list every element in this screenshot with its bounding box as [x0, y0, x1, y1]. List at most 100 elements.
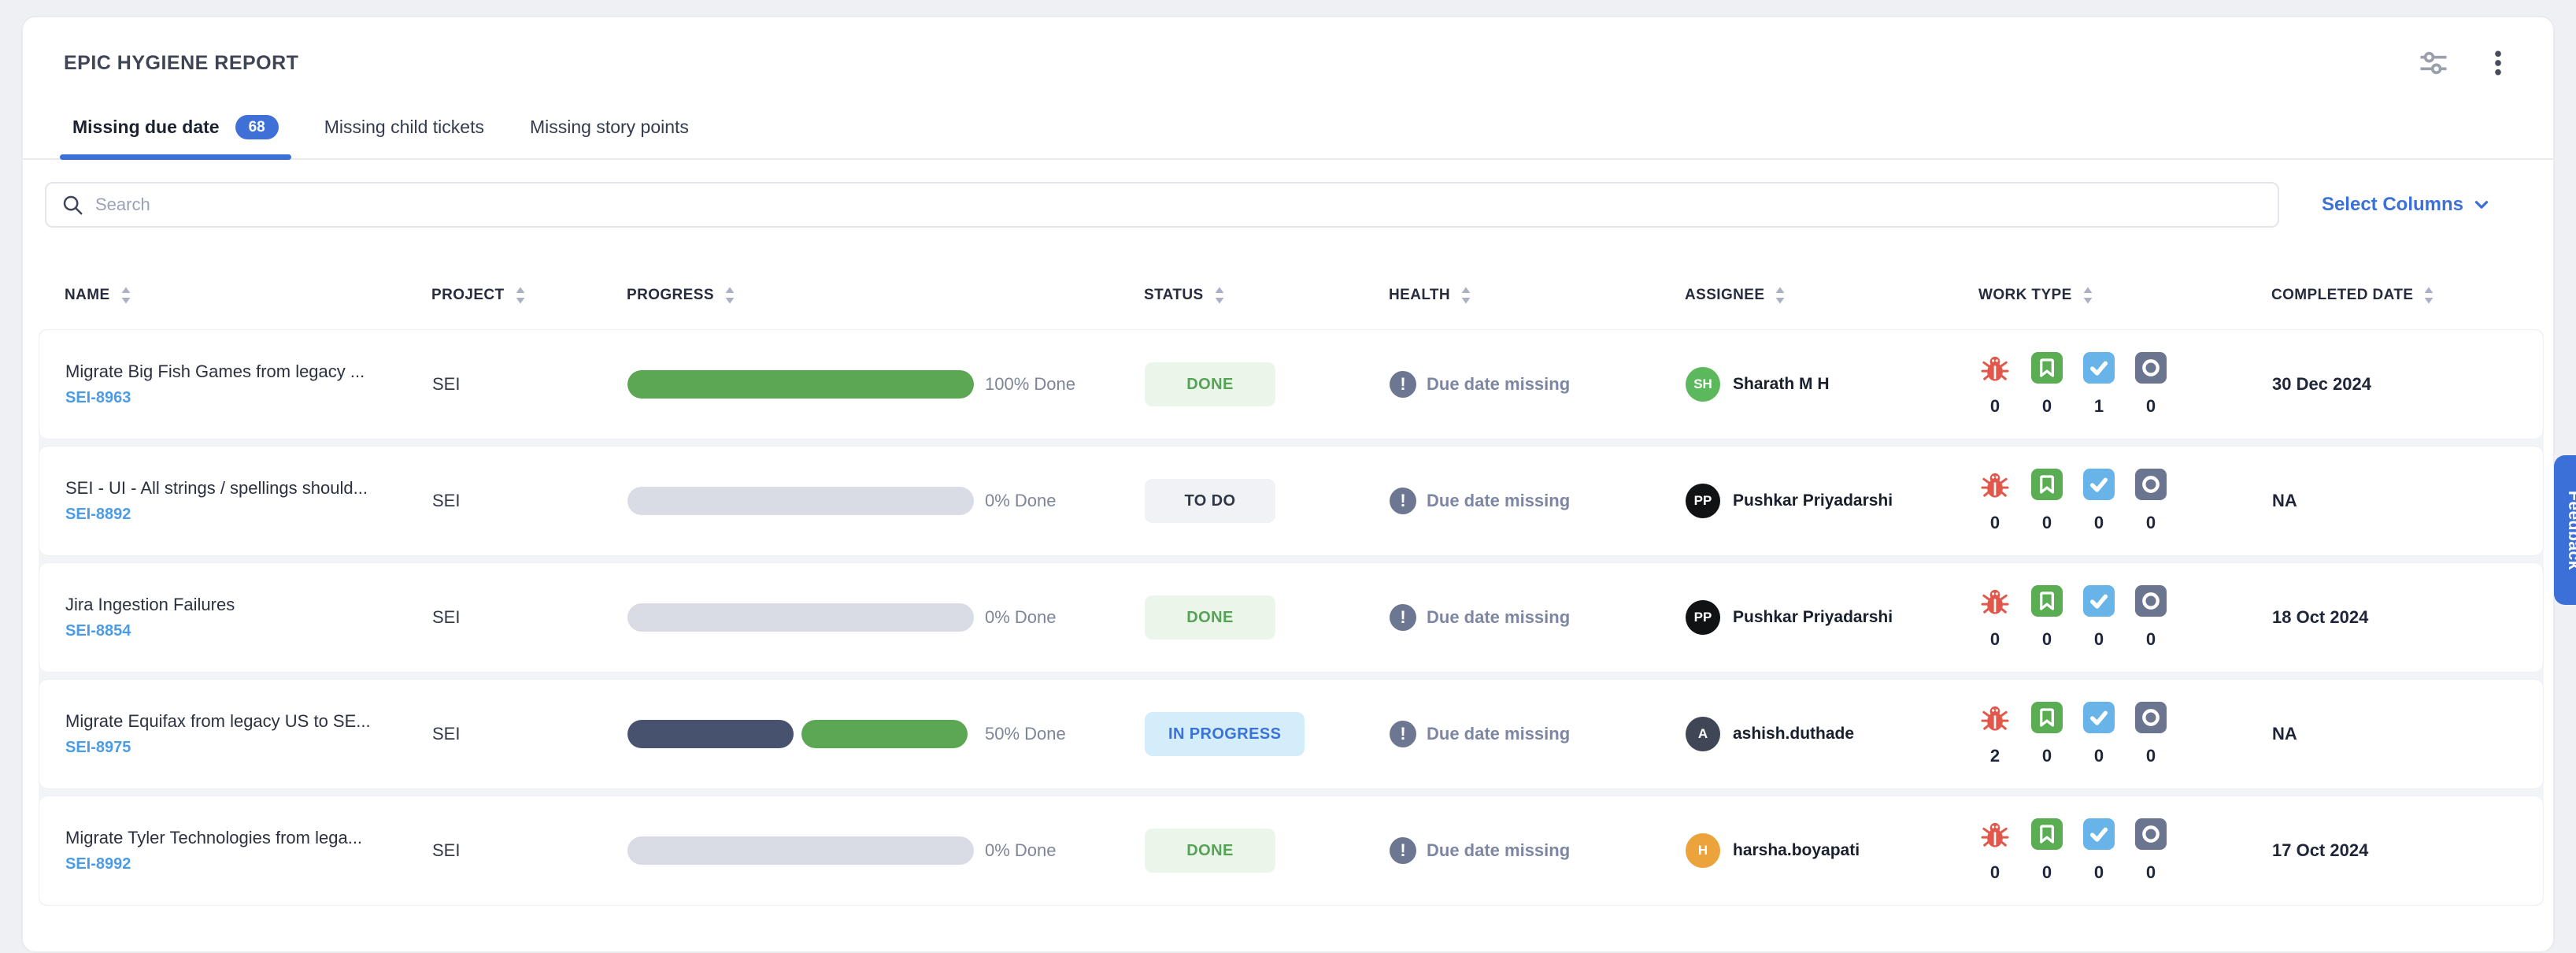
- assignee-name: Pushkar Priyadarshi: [1733, 491, 1893, 510]
- story-icon: [2031, 469, 2063, 500]
- ticket-link[interactable]: SEI-8963: [65, 389, 131, 407]
- work-type-cell: 0 0 0 0: [1979, 585, 2272, 650]
- kebab-menu-icon[interactable]: [2478, 43, 2519, 83]
- progress-label: 100% Done: [985, 374, 1075, 395]
- column-header-status[interactable]: STATUS: [1144, 286, 1389, 305]
- work-type-count: 0: [1990, 396, 2000, 417]
- assignee-name: Pushkar Priyadarshi: [1733, 608, 1893, 627]
- warning-icon: !: [1390, 721, 1416, 747]
- health-cell: !Due date missing: [1390, 837, 1686, 864]
- tab-label: Missing child tickets: [324, 117, 484, 138]
- sort-icon[interactable]: [2421, 286, 2437, 305]
- column-label: STATUS: [1144, 287, 1204, 304]
- work-type-count: 0: [2094, 862, 2104, 883]
- search-box[interactable]: [45, 182, 2279, 228]
- sort-icon[interactable]: [722, 286, 738, 305]
- work-type-other-work: 0: [2135, 702, 2167, 766]
- work-type-count: 0: [2094, 513, 2104, 533]
- other-work-icon: [2135, 352, 2167, 384]
- health-text: Due date missing: [1427, 724, 1570, 744]
- tab-label: Missing due date: [72, 117, 220, 138]
- epic-name: Migrate Tyler Technologies from lega...: [65, 828, 432, 848]
- column-label: HEALTH: [1389, 287, 1450, 304]
- task-icon: [2083, 352, 2115, 384]
- sort-icon[interactable]: [1458, 286, 1474, 305]
- assignee-name: Sharath M H: [1733, 375, 1830, 394]
- sort-icon[interactable]: [1772, 286, 1788, 305]
- project-key: SEI: [432, 840, 627, 861]
- tab-missing-child-tickets[interactable]: Missing child tickets: [312, 104, 497, 158]
- work-type-task: 0: [2083, 585, 2115, 650]
- sort-icon[interactable]: [118, 286, 134, 305]
- ticket-link[interactable]: SEI-8975: [65, 739, 131, 757]
- progress-segment: [801, 720, 968, 748]
- table-row[interactable]: Jira Ingestion FailuresSEI-8854SEI0% Don…: [39, 562, 2544, 673]
- task-icon: [2083, 585, 2115, 617]
- other-work-icon: [2135, 818, 2167, 850]
- column-header-completed-date[interactable]: COMPLETED DATE: [2271, 286, 2544, 305]
- work-type-count: 0: [2094, 629, 2104, 650]
- column-header-assignee[interactable]: ASSIGNEE: [1685, 286, 1978, 305]
- ticket-link[interactable]: SEI-8892: [65, 506, 131, 524]
- select-columns-button[interactable]: Select Columns: [2322, 194, 2492, 216]
- column-label: COMPLETED DATE: [2271, 287, 2413, 304]
- column-label: WORK TYPE: [1978, 287, 2072, 304]
- status-badge: DONE: [1145, 362, 1275, 406]
- other-work-icon: [2135, 702, 2167, 733]
- progress-label: 0% Done: [985, 607, 1057, 628]
- ticket-link[interactable]: SEI-8992: [65, 855, 131, 873]
- story-icon: [2031, 585, 2063, 617]
- sliders-icon[interactable]: [2413, 43, 2454, 83]
- table-row[interactable]: Migrate Big Fish Games from legacy ...SE…: [39, 329, 2544, 439]
- work-type-count: 0: [1990, 862, 2000, 883]
- work-type-count: 0: [2146, 629, 2156, 650]
- avatar: H: [1686, 833, 1720, 868]
- project-key: SEI: [432, 607, 627, 628]
- work-type-bug: 0: [1979, 585, 2011, 650]
- status-badge: IN PROGRESS: [1145, 712, 1305, 756]
- column-header-project[interactable]: PROJECT: [431, 286, 627, 305]
- column-header-name[interactable]: NAME: [65, 286, 431, 305]
- ticket-link[interactable]: SEI-8854: [65, 622, 131, 640]
- work-type-cell: 0000: [1979, 818, 2272, 883]
- search-icon: [61, 193, 84, 217]
- task-icon: [2083, 702, 2115, 733]
- health-cell: !Due date missing: [1390, 371, 1686, 398]
- sort-icon[interactable]: [513, 286, 528, 305]
- story-icon: [2031, 818, 2063, 850]
- bug-icon: [1979, 469, 2011, 500]
- assignee-cell: Aashish.duthade: [1686, 717, 1979, 751]
- tab-missing-due-date[interactable]: Missing due date68: [60, 104, 291, 158]
- column-header-health[interactable]: HEALTH: [1389, 286, 1685, 305]
- progress-segment: [627, 720, 794, 748]
- status-badge: DONE: [1145, 595, 1275, 640]
- sort-icon[interactable]: [2080, 286, 2096, 305]
- table-row[interactable]: Migrate Equifax from legacy US to SE...S…: [39, 679, 2544, 789]
- feedback-tab[interactable]: Feedback: [2554, 455, 2576, 605]
- search-input[interactable]: [95, 195, 2263, 215]
- column-header-progress[interactable]: PROGRESS: [627, 286, 1144, 305]
- work-type-story: 0: [2031, 469, 2063, 533]
- epic-hygiene-report-card: EPIC HYGIENE REPORT Missing due date68Mi…: [21, 16, 2555, 953]
- work-type-count: 0: [2146, 862, 2156, 883]
- project-key: SEI: [432, 374, 627, 395]
- progress-bar: [627, 603, 974, 632]
- tab-missing-story-points[interactable]: Missing story points: [517, 104, 701, 158]
- table-body: Migrate Big Fish Games from legacy ...SE…: [39, 329, 2544, 906]
- warning-icon: !: [1390, 604, 1416, 631]
- sort-icon[interactable]: [1212, 286, 1227, 305]
- work-type-other-work: 0: [2135, 352, 2167, 417]
- avatar: PP: [1686, 484, 1720, 518]
- warning-icon: !: [1390, 488, 1416, 514]
- epic-name: Migrate Equifax from legacy US to SE...: [65, 711, 432, 732]
- column-header-work-type[interactable]: WORK TYPE: [1978, 286, 2271, 305]
- work-type-count: 0: [2042, 629, 2052, 650]
- work-type-other-work: 0: [2135, 818, 2167, 883]
- select-columns-label: Select Columns: [2322, 194, 2463, 216]
- progress-cell: 0% Done: [627, 836, 1145, 865]
- column-label: ASSIGNEE: [1685, 287, 1764, 304]
- table-row[interactable]: Migrate Tyler Technologies from lega...S…: [39, 795, 2544, 906]
- project-key: SEI: [432, 724, 627, 744]
- table-row[interactable]: SEI - UI - All strings / spellings shoul…: [39, 446, 2544, 556]
- project-key: SEI: [432, 491, 627, 511]
